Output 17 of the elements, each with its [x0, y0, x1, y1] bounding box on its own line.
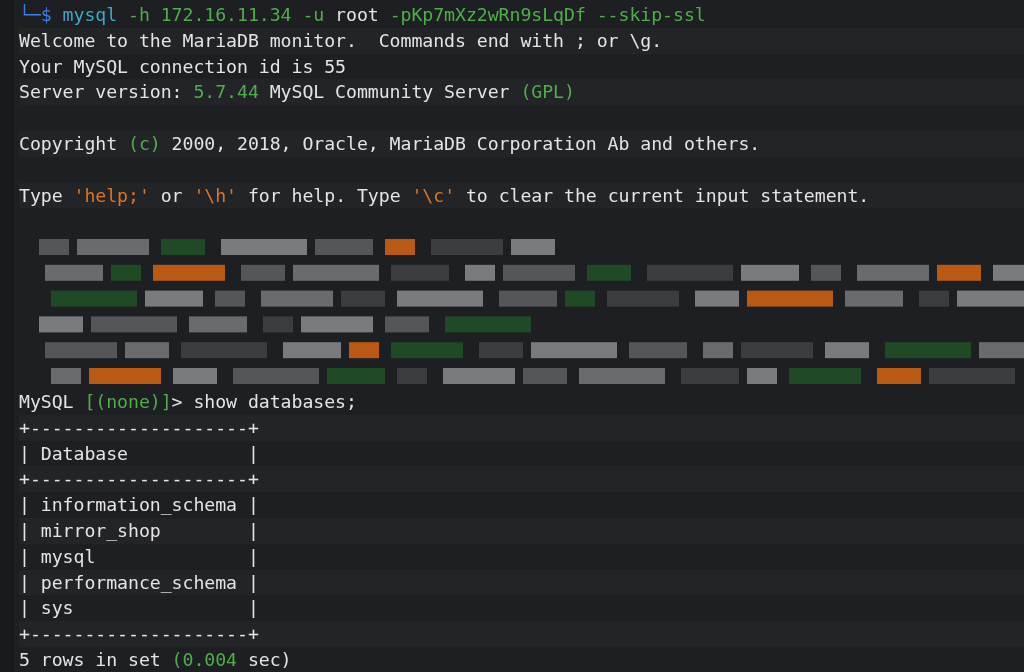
- terminal-line: | performance_schema |: [19, 571, 259, 593]
- terminal-line: | mirror_shop |: [19, 519, 259, 541]
- terminal-line: | information_schema |: [19, 494, 259, 516]
- terminal-line: Type 'help;' or '\h' for help. Type '\c' to clear the current input statement.: [19, 184, 870, 206]
- terminal-line: Welcome to the MariaDB monitor. Commands end with ; or \g.: [19, 29, 663, 51]
- terminal-line: MySQL [(none)]> show databases;: [19, 390, 357, 412]
- terminal-line: | mysql |: [19, 545, 259, 567]
- terminal-line: Your MySQL connection id is 55: [19, 55, 346, 77]
- terminal-line: 5 rows in set (0.004 sec): [19, 648, 292, 670]
- terminal-line: +--------------------+: [19, 623, 259, 645]
- terminal-line: | Database |: [19, 442, 259, 464]
- terminal-line: Server version: 5.7.44 MySQL Community Server (GPL): [19, 81, 575, 103]
- terminal-line: +--------------------+: [19, 416, 259, 438]
- terminal-line: +--------------------+: [19, 468, 259, 490]
- terminal-line: └─$ mysql -h 172.16.11.34 -u root -pKp7mXz2wRn9sLqDf --skip-ssl: [19, 4, 706, 25]
- terminal-line: Copyright (c) 2000, 2018, Oracle, MariaDB Corporation Ab and others.: [19, 133, 761, 154]
- terminal-line: | sys |: [19, 597, 259, 619]
